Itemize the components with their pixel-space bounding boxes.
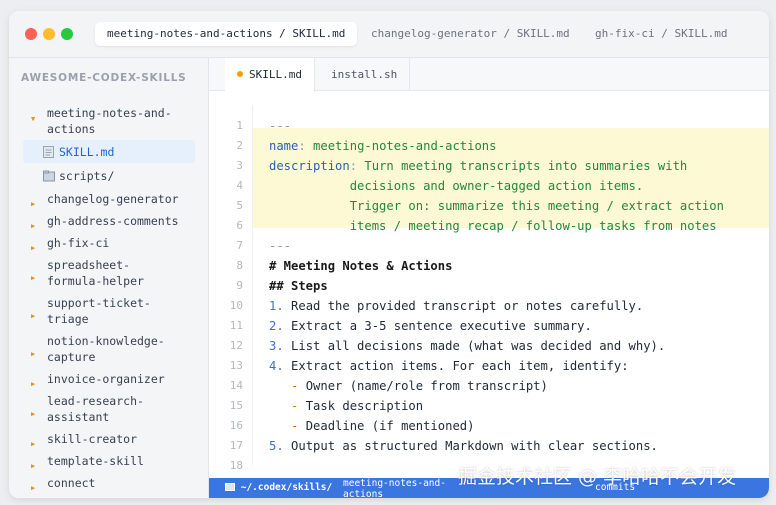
code-line-bullet: - Owner (name/role from transcript) (269, 379, 548, 393)
line-number: 4 (236, 179, 243, 192)
code-line-frontmatter-end: --- (269, 239, 292, 253)
code-editor: SKILL.md install.sh 1 2 3 4 5 6 7 8 9 10… (209, 58, 769, 498)
code-line-description: description: Turn meeting transcripts in… (269, 159, 688, 173)
caret-right-icon: ▶ (31, 484, 36, 492)
code-line-description-cont: decisions and owner-tagged action items. (269, 179, 644, 193)
code-line-name: name: meeting-notes-and-actions (269, 139, 497, 153)
title-tab-meeting-notes[interactable]: meeting-notes-and-actions / SKILL.md (95, 22, 358, 46)
code-line-heading: # Meeting Notes & Actions (269, 259, 453, 273)
caret-right-icon: ▶ (31, 440, 36, 448)
editor-tab-install-sh[interactable]: install.sh (319, 58, 411, 91)
app-window: meeting-notes-and-actions / SKILL.md cha… (9, 11, 769, 498)
code-line-step: 1. Read the provided transcript or notes… (269, 299, 644, 313)
line-number: 14 (229, 379, 243, 392)
line-number: 1 (236, 119, 243, 132)
line-number: 2 (236, 139, 243, 152)
code-line-description-cont: Trigger on: summarize this meeting / ext… (269, 199, 724, 213)
code-line-subheading: ## Steps (269, 279, 328, 293)
caret-right-icon: ▶ (31, 222, 36, 230)
caret-right-icon: ▶ (31, 244, 36, 252)
caret-right-icon: ▶ (31, 350, 36, 358)
file-explorer: AWESOME-CODEX-SKILLS ▼ meeting-notes-and… (9, 58, 209, 498)
code-line-step: 3. List all decisions made (what was dec… (269, 339, 666, 353)
caret-right-icon: ▶ (31, 462, 36, 470)
line-number: 13 (229, 359, 243, 372)
line-number: 15 (229, 399, 243, 412)
caret-right-icon: ▶ (31, 274, 36, 282)
line-number: 3 (236, 159, 243, 172)
modified-dot-icon (237, 71, 243, 77)
code-line-step: 5. Output as structured Markdown with cl… (269, 439, 658, 453)
code-line-bullet: - Task description (269, 399, 424, 413)
editor-tab-bar: SKILL.md install.sh (209, 58, 769, 92)
line-number: 12 (229, 339, 243, 352)
status-file: meeting-notes-and-actions (343, 478, 446, 498)
line-number: 8 (236, 259, 243, 272)
code-line-step: 2. Extract a 3-5 sentence executive summ… (269, 319, 592, 333)
line-number: 7 (236, 239, 243, 252)
caret-right-icon: ▶ (31, 380, 36, 388)
title-tab-gh-fix-ci[interactable]: gh-fix-ci / SKILL.md (583, 22, 739, 46)
caret-down-icon: ▼ (31, 115, 36, 123)
code-line-step: 4. Extract action items. For each item, … (269, 359, 629, 373)
title-tab-changelog[interactable]: changelog-generator / SKILL.md (359, 22, 582, 46)
folder-icon (43, 170, 55, 182)
close-window-button[interactable] (25, 28, 37, 40)
folder-icon (225, 482, 241, 493)
zoom-window-button[interactable] (61, 28, 73, 40)
code-line-description-cont: items / meeting recap / follow-up tasks … (269, 219, 717, 233)
file-icon (43, 146, 55, 158)
watermark: 掘金技术社区 @ 李哈哈不会开发 (458, 466, 737, 488)
line-number: 5 (236, 199, 243, 212)
code-line-frontmatter-start: --- (269, 119, 292, 133)
code-line-bullet: - Deadline (if mentioned) (269, 419, 475, 433)
title-bar: meeting-notes-and-actions / SKILL.md cha… (9, 11, 769, 58)
line-number: 17 (229, 439, 243, 452)
caret-right-icon: ▶ (31, 410, 36, 418)
status-path[interactable]: ~/.codex/skills/ (225, 482, 332, 493)
line-number: 10 (229, 299, 243, 312)
caret-right-icon: ▶ (31, 312, 36, 320)
line-number: 16 (229, 419, 243, 432)
line-number: 6 (236, 219, 243, 232)
line-number: 18 (229, 459, 243, 472)
explorer-title: AWESOME-CODEX-SKILLS (21, 72, 187, 84)
line-number: 9 (236, 279, 243, 292)
editor-tab-skill-md[interactable]: SKILL.md (225, 58, 315, 92)
minimize-window-button[interactable] (43, 28, 55, 40)
line-number: 11 (229, 319, 243, 332)
caret-right-icon: ▶ (31, 200, 36, 208)
